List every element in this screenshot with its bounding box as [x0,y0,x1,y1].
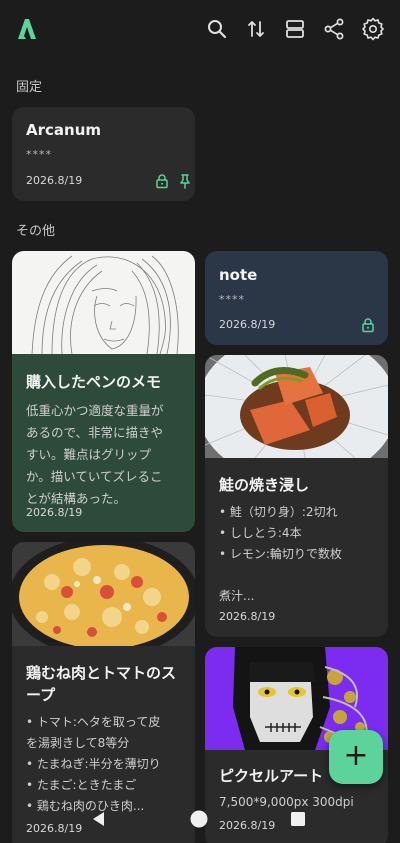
note-date: 2026.8/19 [219,318,276,331]
note-title: 鮭の焼き浸し [219,476,310,494]
top-app-bar [0,0,400,60]
note-masked-content: **** [219,293,245,306]
note-title: 購入したペンのメモ [26,373,162,391]
note-body-line: • 鮭（切り身）:2切れ [219,505,338,519]
note-title-line: ープ [26,686,56,704]
pin-icon [180,174,190,189]
note-title-line: 鶏むね肉とトマトのス [26,664,177,682]
note-body: • 鮭（切り身）:2切れ • ししとう:4本 • レモン:輪切りで数枚 煮汁..… [219,502,384,607]
note-masked-content: **** [26,148,52,161]
lock-icon [362,318,374,333]
layout-icon[interactable] [283,17,307,41]
note-date: 2026.8/19 [26,506,83,519]
note-body-line: を湯剥きして8等分 [26,736,130,750]
salmon-dish-image [205,355,388,458]
recents-icon[interactable] [291,812,305,826]
note-body-line: あるので、非常に描きや [26,425,164,440]
plus-icon: + [343,738,369,773]
sketch-portrait-image [12,251,195,354]
note-body-line: • ししとう:4本 [219,526,302,540]
sort-icon[interactable] [244,17,268,41]
note-card-arcanum[interactable]: Arcanum **** 2026.8/19 [12,107,195,201]
note-body: 低重心かつ適度な重量が あるので、非常に描きや すい。難点はグリップ か。描いて… [26,400,191,510]
share-icon[interactable] [322,17,346,41]
note-body-line: • レモン:輪切りで数枚 [219,547,342,561]
app-logo-icon [18,19,36,39]
note-body-line: • たまねぎ:半分を薄切り [26,757,161,771]
note-body-line: • たまご:ときたまご [26,778,137,792]
lock-icon [156,174,168,189]
note-card-salmon[interactable]: 鮭の焼き浸し • 鮭（切り身）:2切れ • ししとう:4本 • レモン:輪切りで… [205,355,388,637]
add-note-button[interactable]: + [329,730,383,784]
note-title: Arcanum [26,121,102,139]
system-navigation-bar [0,808,400,843]
note-body-line: 低重心かつ適度な重量が [26,403,164,418]
home-icon[interactable] [190,810,208,828]
note-card-pen-memo[interactable]: 購入したペンのメモ 低重心かつ適度な重量が あるので、非常に描きや すい。難点は… [12,251,195,532]
note-title: ピクセルアート [219,767,324,785]
back-icon[interactable] [91,811,107,827]
soup-dish-image [12,542,195,646]
settings-icon[interactable] [361,17,385,41]
section-label-others: その他 [16,224,56,239]
note-title: note [219,266,258,284]
note-body-line: 煮汁... [219,589,255,603]
note-card-note[interactable]: note **** 2026.8/19 [205,251,388,345]
note-body-line: すい。難点はグリップ [26,447,152,462]
note-body: • トマト:ヘタを取って皮 を湯剥きして8等分 • たまねぎ:半分を薄切り • … [26,712,195,817]
note-body-line [219,565,384,586]
note-body-line: • トマト:ヘタを取って皮 [26,715,161,729]
note-title: 鶏むね肉とトマトのス ープ [26,662,191,706]
search-icon[interactable] [205,17,229,41]
note-body-line: か。描いていてズレるこ [26,469,163,484]
section-label-pinned: 固定 [16,80,43,95]
note-date: 2026.8/19 [26,174,83,187]
note-date: 2026.8/19 [219,610,276,623]
note-card-soup[interactable]: 鶏むね肉とトマトのス ープ • トマト:ヘタを取って皮 を湯剥きして8等分 • … [12,542,195,843]
